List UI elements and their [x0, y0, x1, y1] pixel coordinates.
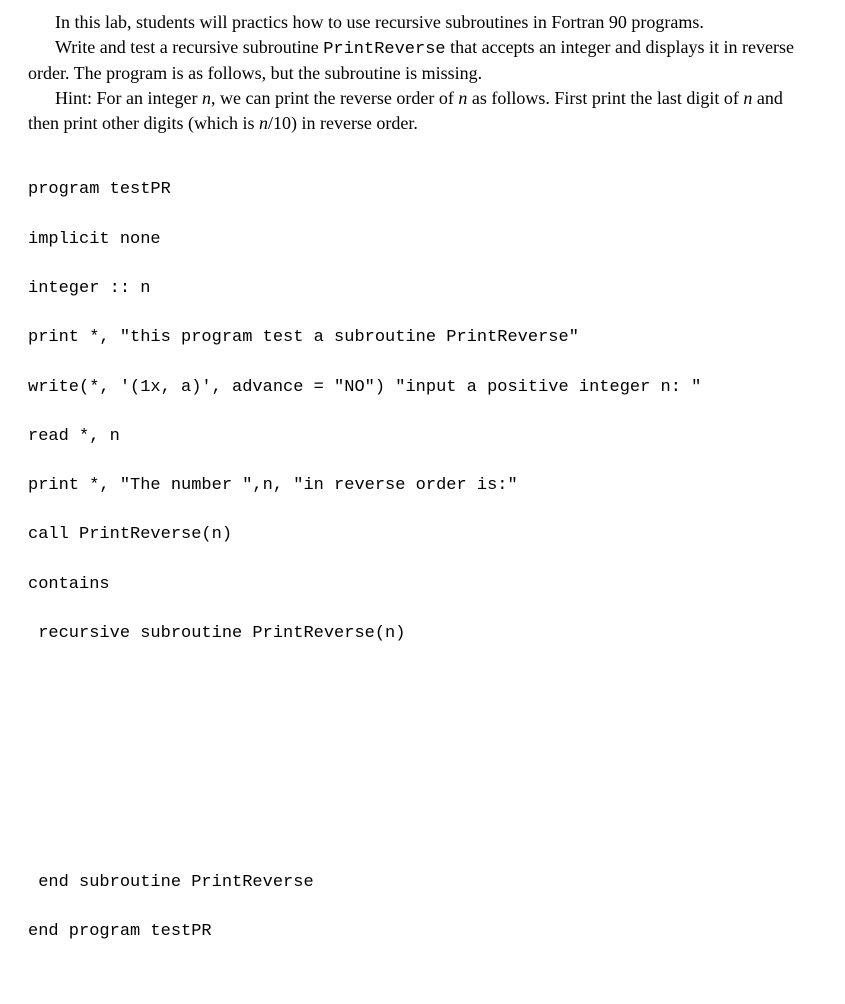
document-page: In this lab, students will practics how …	[0, 0, 845, 1004]
hint-text-a: Hint: For an integer	[55, 88, 202, 108]
code-line: implicit none	[28, 228, 817, 253]
math-var-n: n	[259, 113, 268, 133]
code-line: print *, "this program test a subroutine…	[28, 326, 817, 351]
code-line: write(*, '(1x, a)', advance = "NO") "inp…	[28, 376, 817, 401]
hint-paragraph: Hint: For an integer n, we can print the…	[28, 86, 817, 136]
code-line: recursive subroutine PrintReverse(n)	[28, 622, 817, 647]
code-gap	[28, 671, 817, 846]
hint-text-b: , we can print the reverse order of	[211, 88, 458, 108]
code-line: read *, n	[28, 425, 817, 450]
intro-paragraph: In this lab, students will practics how …	[28, 10, 817, 35]
code-line: end program testPR	[28, 920, 817, 945]
code-line: contains	[28, 573, 817, 598]
intro-text: In this lab, students will practics how …	[55, 12, 704, 32]
code-line: program testPR	[28, 178, 817, 203]
code-line: end subroutine PrintReverse	[28, 871, 817, 896]
hint-text-c: as follows. First print the last digit o…	[467, 88, 743, 108]
hint-text-e: /10) in reverse order.	[268, 113, 418, 133]
code-line: call PrintReverse(n)	[28, 523, 817, 548]
code-line: integer :: n	[28, 277, 817, 302]
code-line: print *, "The number ",n, "in reverse or…	[28, 474, 817, 499]
subroutine-name: PrintReverse	[323, 40, 445, 59]
code-block: program testPR implicit none integer :: …	[28, 154, 817, 994]
task-paragraph: Write and test a recursive subroutine Pr…	[28, 35, 817, 86]
math-var-n: n	[202, 88, 211, 108]
task-text-a: Write and test a recursive subroutine	[55, 37, 323, 57]
